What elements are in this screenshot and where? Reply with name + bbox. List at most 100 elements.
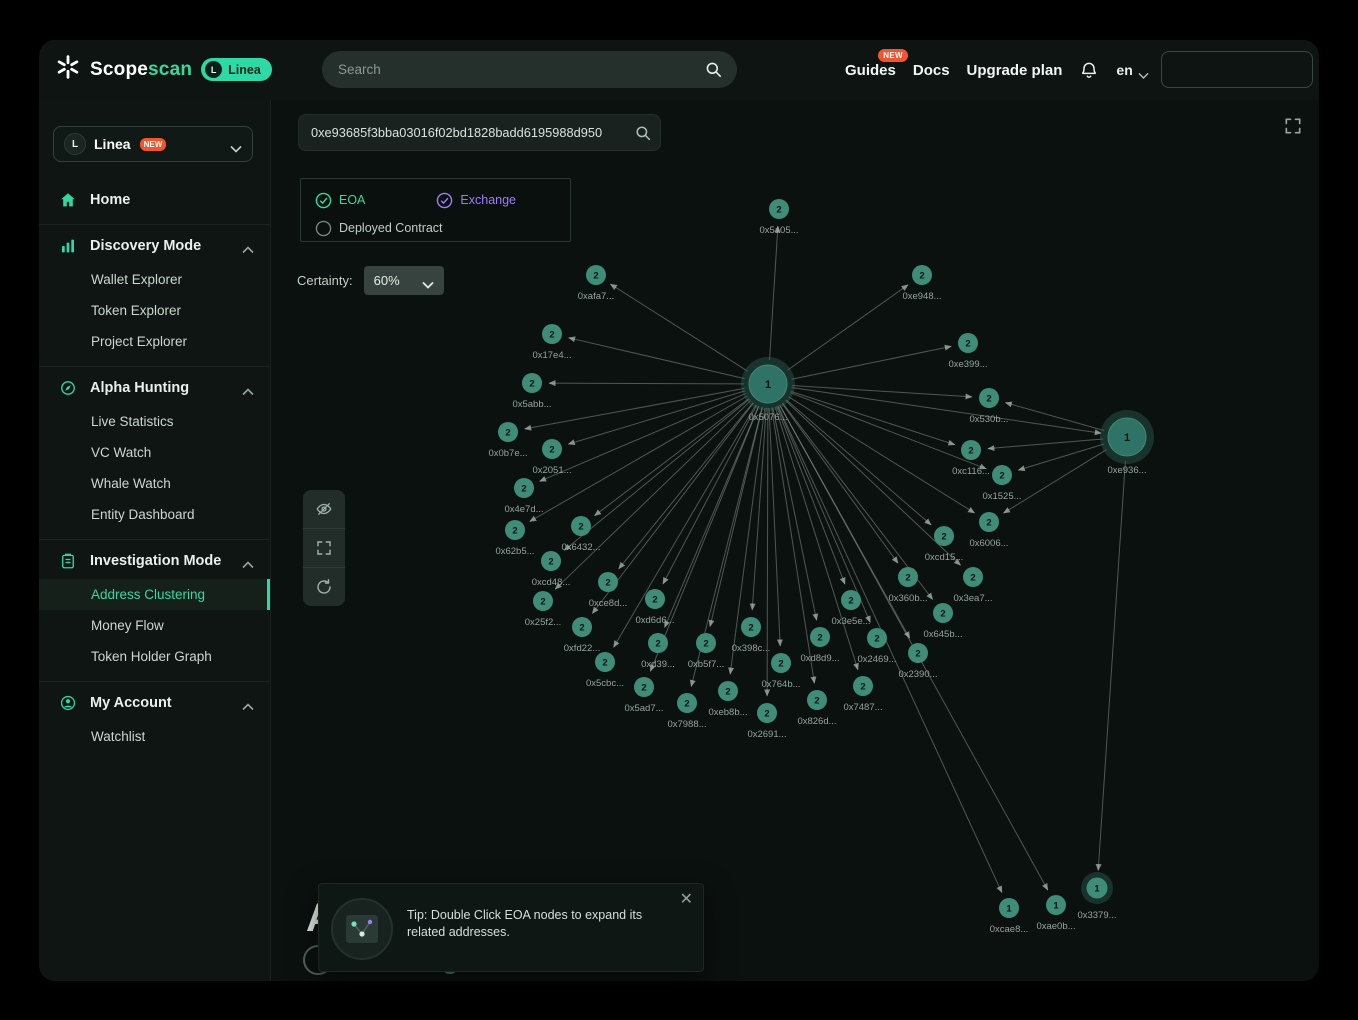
graph-node-0x5a05[interactable]: 20x5a05...	[759, 199, 798, 236]
graph-node-0xe948[interactable]: 20xe948...	[902, 265, 941, 302]
certainty-select[interactable]: 60%	[364, 266, 444, 295]
chevron-up-icon	[242, 384, 254, 392]
graph-node-0x25f2[interactable]: 20x25f2...	[525, 591, 561, 628]
chart-icon	[59, 237, 77, 255]
svg-text:2: 2	[999, 471, 1004, 482]
sidebar-item-watchlist[interactable]: Watchlist	[39, 721, 270, 752]
search-icon[interactable]	[634, 124, 652, 142]
graph-node-0xafa7[interactable]: 20xafa7...	[578, 265, 614, 302]
graph-node-0x5076[interactable]: 10x5076...	[741, 357, 795, 423]
svg-text:2: 2	[655, 639, 660, 650]
fullscreen-icon[interactable]	[1283, 116, 1303, 136]
graph-node-0x2051[interactable]: 20x2051...	[532, 439, 571, 476]
sidebar-item-token-explorer[interactable]: Token Explorer	[39, 295, 270, 326]
graph-edge	[778, 406, 871, 622]
svg-text:0xe399...: 0xe399...	[948, 359, 987, 370]
fit-view-button[interactable]	[303, 528, 345, 567]
graph-node-0x17e4[interactable]: 20x17e4...	[532, 324, 571, 361]
global-search[interactable]	[322, 51, 737, 88]
sidebar-item-vc-watch[interactable]: VC Watch	[39, 437, 270, 468]
graph-node-0xeb8b[interactable]: 20xeb8b...	[708, 681, 747, 718]
graph-node-0x6432[interactable]: 20x6432...	[561, 516, 600, 553]
brand[interactable]: Scopescan L Linea	[55, 54, 272, 85]
sidebar-item-money-flow[interactable]: Money Flow	[39, 610, 270, 641]
graph-node-0x4e7d[interactable]: 20x4e7d...	[504, 478, 543, 515]
graph-node-0x7988[interactable]: 20x7988...	[667, 693, 706, 730]
language-selector[interactable]: en	[1116, 62, 1148, 78]
graph-node-0x645b[interactable]: 20x645b...	[923, 603, 962, 640]
nav-guides[interactable]: Guides NEW	[845, 62, 896, 79]
refresh-button[interactable]	[303, 567, 345, 606]
header-chain-badge: L Linea	[201, 58, 272, 81]
graph-node-0xae0b[interactable]: 10xae0b...	[1036, 895, 1075, 932]
graph-node-0xfd22[interactable]: 20xfd22...	[564, 617, 600, 654]
graph-node-0x2691[interactable]: 20x2691...	[747, 703, 786, 740]
address-search-bar[interactable]	[298, 114, 661, 151]
sidebar-item-entity-dashboard[interactable]: Entity Dashboard	[39, 499, 270, 530]
global-search-input[interactable]	[336, 61, 704, 78]
close-icon[interactable]: ✕	[680, 892, 693, 908]
legend-deployed-contract[interactable]: Deployed Contract	[315, 220, 443, 237]
graph-node-0xc116[interactable]: 20xc116...	[952, 440, 990, 477]
graph-node-0xce8d[interactable]: 20xce8d...	[589, 572, 628, 609]
sidebar-item-live-statistics[interactable]: Live Statistics	[39, 406, 270, 437]
chain-selector[interactable]: L Linea NEW	[53, 126, 253, 162]
target-icon	[59, 379, 77, 397]
graph-node-0xe936[interactable]: 10xe936...	[1100, 410, 1154, 476]
svg-text:0xcae8...: 0xcae8...	[990, 924, 1029, 935]
sidebar-item-project-explorer[interactable]: Project Explorer	[39, 326, 270, 357]
svg-text:0x5ad7...: 0x5ad7...	[624, 703, 663, 714]
graph-node-0x3ea7[interactable]: 20x3ea7...	[953, 567, 992, 604]
sidebar-section-investigation-mode[interactable]: Investigation Mode	[39, 543, 270, 579]
chevron-down-icon	[422, 277, 434, 285]
svg-text:0x2051...: 0x2051...	[532, 465, 571, 476]
svg-text:2: 2	[778, 659, 783, 670]
graph-node-0x3379[interactable]: 10x3379...	[1077, 872, 1116, 921]
svg-text:0x17e4...: 0x17e4...	[532, 350, 571, 361]
graph-node-0xe399[interactable]: 20xe399...	[948, 333, 987, 370]
graph-node-0xcd48[interactable]: 20xcd48...	[532, 551, 571, 588]
graph-node-0x2469[interactable]: 20x2469...	[857, 628, 896, 665]
sidebar-item-wallet-explorer[interactable]: Wallet Explorer	[39, 264, 270, 295]
legend-exchange[interactable]: Exchange	[436, 192, 516, 209]
new-badge: NEW	[140, 138, 167, 151]
graph-node-0x0b7e[interactable]: 20x0b7e...	[488, 422, 527, 459]
wallet-connect-button[interactable]	[1161, 51, 1313, 88]
graph-node-0xd39[interactable]: 20xd39...	[641, 633, 675, 670]
svg-text:2: 2	[512, 526, 517, 537]
graph-node-0x826d[interactable]: 20x826d...	[797, 690, 836, 727]
sidebar-item-home[interactable]: Home	[39, 182, 270, 220]
svg-text:2: 2	[764, 709, 769, 720]
graph-node-0xcd15[interactable]: 20xcd15...	[925, 526, 964, 563]
svg-text:2: 2	[848, 596, 853, 607]
graph-node-0x5cbc[interactable]: 20x5cbc...	[586, 652, 624, 689]
legend-eoa[interactable]: EOA	[315, 192, 365, 209]
sidebar-section-alpha-hunting[interactable]: Alpha Hunting	[39, 370, 270, 406]
graph-node-0xb5f7[interactable]: 20xb5f7...	[688, 633, 724, 670]
svg-text:2: 2	[540, 597, 545, 608]
notifications-bell-icon[interactable]	[1079, 60, 1099, 80]
address-input[interactable]	[309, 124, 630, 141]
hide-labels-button[interactable]	[303, 490, 345, 528]
svg-text:2: 2	[578, 522, 583, 533]
graph-node-0x7487[interactable]: 20x7487...	[843, 676, 882, 713]
svg-text:0xc116...: 0xc116...	[952, 466, 990, 477]
nav-upgrade-plan[interactable]: Upgrade plan	[967, 62, 1063, 79]
sidebar-item-address-clustering[interactable]: Address Clustering	[39, 579, 270, 610]
svg-text:0x0b7e...: 0x0b7e...	[488, 448, 527, 459]
sidebar-item-token-holder-graph[interactable]: Token Holder Graph	[39, 641, 270, 672]
graph-node-0x6006[interactable]: 20x6006...	[969, 512, 1008, 549]
nav-docs[interactable]: Docs	[913, 62, 950, 79]
svg-text:2: 2	[684, 699, 689, 710]
graph-node-0x5abb[interactable]: 20x5abb...	[512, 373, 551, 410]
graph-node-0x62b5[interactable]: 20x62b5...	[495, 520, 534, 557]
graph-node-0xcae8[interactable]: 10xcae8...	[990, 898, 1029, 935]
graph-node-0x530b[interactable]: 20x530b...	[969, 388, 1008, 425]
sidebar-item-whale-watch[interactable]: Whale Watch	[39, 468, 270, 499]
graph-node-0xd6d6[interactable]: 20xd6d6...	[635, 589, 674, 626]
graph-node-0x2390[interactable]: 20x2390...	[898, 643, 937, 680]
sidebar-section-my-account[interactable]: My Account	[39, 685, 270, 721]
graph-node-0x5ad7[interactable]: 20x5ad7...	[624, 677, 663, 714]
sidebar-section-discovery-mode[interactable]: Discovery Mode	[39, 228, 270, 264]
graph-node-0x398c[interactable]: 20x398c...	[732, 617, 771, 654]
